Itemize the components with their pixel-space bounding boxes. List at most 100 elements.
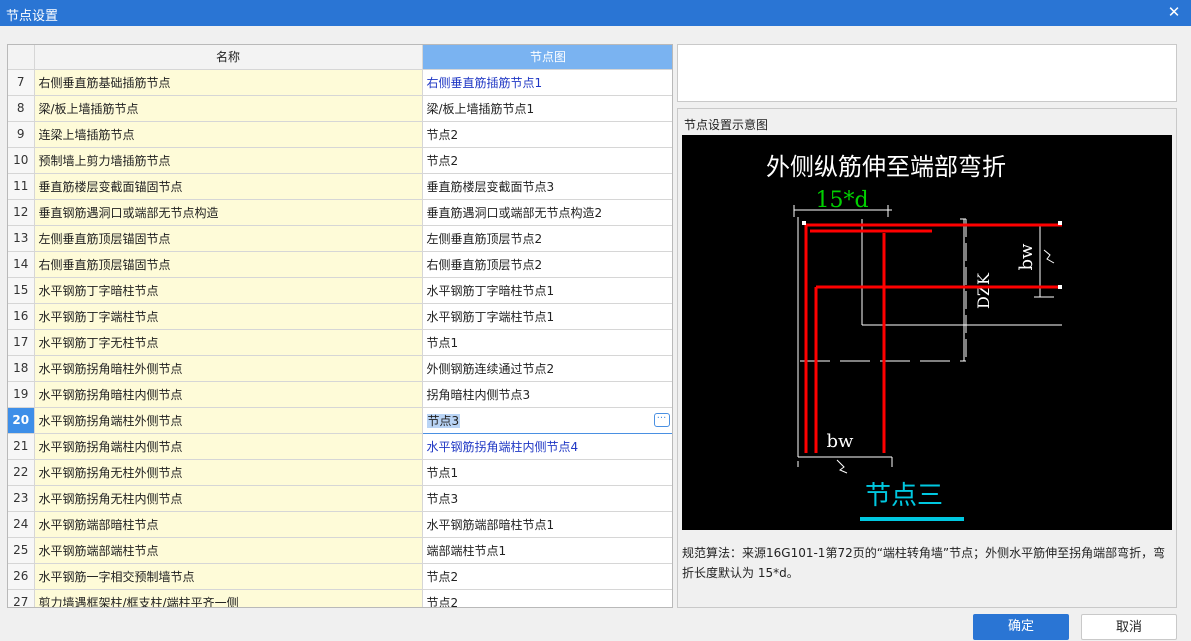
row-number[interactable]: 24 <box>8 511 35 538</box>
table-row[interactable]: 10 预制墙上剪力墙插筋节点 节点2 <box>8 147 672 174</box>
node-diagram-cell[interactable]: 水平钢筋丁字端柱节点1 <box>422 303 672 330</box>
node-diagram-cell[interactable]: 节点2 <box>422 589 672 607</box>
node-diagram-cell[interactable]: 节点3 ··· <box>421 406 672 434</box>
node-name-cell[interactable]: 右侧垂直筋基础插筋节点 <box>34 69 423 96</box>
table-row[interactable]: 20 水平钢筋拐角端柱外侧节点 节点3 ··· <box>8 406 672 434</box>
row-number[interactable]: 21 <box>8 433 35 460</box>
row-number[interactable]: 18 <box>8 355 35 382</box>
row-number[interactable]: 20 <box>8 407 35 434</box>
row-number[interactable]: 14 <box>8 251 35 278</box>
node-diagram-cell[interactable]: 右侧垂直筋顶层节点2 <box>422 251 672 278</box>
row-number[interactable]: 8 <box>8 95 35 122</box>
table-row[interactable]: 7 右侧垂直筋基础插筋节点 右侧垂直筋插筋节点1 <box>8 69 672 96</box>
ellipsis-icon[interactable]: ··· <box>653 412 670 427</box>
row-number[interactable]: 27 <box>8 589 35 607</box>
node-name-cell[interactable]: 水平钢筋端部暗柱节点 <box>34 511 423 538</box>
node-name-cell[interactable]: 梁/板上墙插筋节点 <box>34 95 423 122</box>
node-settings-grid: 名称 节点图 7 右侧垂直筋基础插筋节点 右侧垂直筋插筋节点1 8 梁/板上墙插筋节点梁… <box>7 44 673 608</box>
node-name-cell[interactable]: 水平钢筋丁字端柱节点 <box>34 303 423 330</box>
diagram-heading: 外侧纵筋伸至端部弯折 <box>766 153 1006 181</box>
row-number-header <box>8 45 35 70</box>
node-name-cell[interactable]: 水平钢筋拐角暗柱外侧节点 <box>34 355 423 382</box>
table-row[interactable]: 9 连梁上墙插筋节点 节点2 <box>8 121 672 148</box>
table-row[interactable]: 24 水平钢筋端部暗柱节点 水平钢筋端部暗柱节点1 <box>8 511 672 538</box>
node-name-cell[interactable]: 水平钢筋拐角暗柱内侧节点 <box>34 381 423 408</box>
node-diagram-cell[interactable]: 垂直筋遇洞口或端部无节点构造2 <box>422 199 672 226</box>
node-diagram-cell[interactable]: 水平钢筋端部暗柱节点1 <box>422 511 672 538</box>
row-number[interactable]: 13 <box>8 225 35 252</box>
grid-header-row: 名称 节点图 <box>8 45 672 70</box>
table-row[interactable]: 12 垂直钢筋遇洞口或端部无节点构造 垂直筋遇洞口或端部无节点构造2 <box>8 199 672 226</box>
node-diagram: 外侧纵筋伸至端部弯折 15*d bw DZK bw 节点三 <box>682 135 1172 530</box>
node-diagram-cell[interactable]: 垂直筋楼层变截面节点3 <box>422 173 672 200</box>
row-number[interactable]: 10 <box>8 147 35 174</box>
node-diagram-cell[interactable]: 节点2 <box>422 121 672 148</box>
row-number[interactable]: 15 <box>8 277 35 304</box>
node-name-cell[interactable]: 水平钢筋拐角端柱外侧节点 <box>34 407 423 434</box>
node-name-cell[interactable]: 水平钢筋一字相交预制墙节点 <box>34 563 423 590</box>
node-diagram-cell[interactable]: 节点3 <box>422 485 672 512</box>
row-number[interactable]: 11 <box>8 173 35 200</box>
ok-button[interactable]: 确定 <box>973 614 1069 640</box>
column-header-name[interactable]: 名称 <box>34 45 423 70</box>
row-number[interactable]: 19 <box>8 381 35 408</box>
node-name-cell[interactable]: 左侧垂直筋顶层锚固节点 <box>34 225 423 252</box>
node-name-cell[interactable]: 水平钢筋端部端柱节点 <box>34 537 423 564</box>
row-number[interactable]: 26 <box>8 563 35 590</box>
node-name-cell[interactable]: 剪力墙遇框架柱/框支柱/端柱平齐一侧 <box>34 589 423 607</box>
row-number[interactable]: 22 <box>8 459 35 486</box>
table-row[interactable]: 22 水平钢筋拐角无柱外侧节点 节点1 <box>8 459 672 486</box>
node-diagram-cell[interactable]: 端部端柱节点1 <box>422 537 672 564</box>
node-name-cell[interactable]: 水平钢筋丁字无柱节点 <box>34 329 423 356</box>
node-name-cell[interactable]: 水平钢筋拐角端柱内侧节点 <box>34 433 423 460</box>
row-number[interactable]: 9 <box>8 121 35 148</box>
table-row[interactable]: 13 左侧垂直筋顶层锚固节点 左侧垂直筋顶层节点2 <box>8 225 672 252</box>
table-row[interactable]: 27 剪力墙遇框架柱/框支柱/端柱平齐一侧 节点2 <box>8 589 672 607</box>
node-diagram-cell[interactable]: 拐角暗柱内侧节点3 <box>422 381 672 408</box>
window-title: 节点设置 <box>6 9 59 24</box>
table-row[interactable]: 23 水平钢筋拐角无柱内侧节点 节点3 <box>8 485 672 512</box>
row-number[interactable]: 12 <box>8 199 35 226</box>
table-row[interactable]: 15 水平钢筋丁字暗柱节点 水平钢筋丁字暗柱节点1 <box>8 277 672 304</box>
node-diagram-cell[interactable]: 节点1 <box>422 329 672 356</box>
node-name-cell[interactable]: 垂直钢筋遇洞口或端部无节点构造 <box>34 199 423 226</box>
table-row[interactable]: 16 水平钢筋丁字端柱节点 水平钢筋丁字端柱节点1 <box>8 303 672 330</box>
table-row[interactable]: 19 水平钢筋拐角暗柱内侧节点 拐角暗柱内侧节点3 <box>8 381 672 408</box>
node-name-cell[interactable]: 水平钢筋拐角无柱外侧节点 <box>34 459 423 486</box>
preview-title: 节点设置示意图 <box>684 118 769 132</box>
node-diagram-cell[interactable]: 节点2 <box>422 563 672 590</box>
node-name-cell[interactable]: 水平钢筋拐角无柱内侧节点 <box>34 485 423 512</box>
row-number[interactable]: 16 <box>8 303 35 330</box>
row-number[interactable]: 7 <box>8 69 35 96</box>
table-row[interactable]: 8 梁/板上墙插筋节点 梁/板上墙插筋节点1 <box>8 95 672 122</box>
node-name-cell[interactable]: 右侧垂直筋顶层锚固节点 <box>34 251 423 278</box>
table-row[interactable]: 14 右侧垂直筋顶层锚固节点 右侧垂直筋顶层节点2 <box>8 251 672 278</box>
node-diagram-cell[interactable]: 节点1 <box>422 459 672 486</box>
node-diagram-value[interactable]: 节点3 <box>426 413 461 428</box>
table-row[interactable]: 25 水平钢筋端部端柱节点 端部端柱节点1 <box>8 537 672 564</box>
node-diagram-cell[interactable]: 梁/板上墙插筋节点1 <box>422 95 672 122</box>
row-number[interactable]: 23 <box>8 485 35 512</box>
node-name-cell[interactable]: 垂直筋楼层变截面锚固节点 <box>34 173 423 200</box>
node-name-cell[interactable]: 连梁上墙插筋节点 <box>34 121 423 148</box>
node-diagram-cell[interactable]: 外侧钢筋连续通过节点2 <box>422 355 672 382</box>
table-row[interactable]: 11 垂直筋楼层变截面锚固节点 垂直筋楼层变截面节点3 <box>8 173 672 200</box>
node-diagram-cell[interactable]: 水平钢筋拐角端柱内侧节点4 <box>422 433 672 460</box>
column-header-node[interactable]: 节点图 <box>422 45 672 70</box>
table-row[interactable]: 26 水平钢筋一字相交预制墙节点 节点2 <box>8 563 672 590</box>
table-row[interactable]: 17 水平钢筋丁字无柱节点 节点1 <box>8 329 672 356</box>
node-diagram-cell[interactable]: 节点2 <box>422 147 672 174</box>
node-diagram-cell[interactable]: 左侧垂直筋顶层节点2 <box>422 225 672 252</box>
node-diagram-cell[interactable]: 右侧垂直筋插筋节点1 <box>422 69 672 96</box>
table-row[interactable]: 21 水平钢筋拐角端柱内侧节点 水平钢筋拐角端柱内侧节点4 <box>8 433 672 460</box>
node-preview-panel: 节点设置示意图 外侧纵筋伸至端部弯折 15*d bw DZK bw 节点三 规范… <box>677 108 1177 608</box>
title-bar: 节点设置 ✕ <box>0 0 1191 26</box>
node-diagram-cell[interactable]: 水平钢筋丁字暗柱节点1 <box>422 277 672 304</box>
node-name-cell[interactable]: 水平钢筋丁字暗柱节点 <box>34 277 423 304</box>
node-name-cell[interactable]: 预制墙上剪力墙插筋节点 <box>34 147 423 174</box>
row-number[interactable]: 25 <box>8 537 35 564</box>
cancel-button[interactable]: 取消 <box>1081 614 1177 640</box>
table-row[interactable]: 18 水平钢筋拐角暗柱外侧节点 外侧钢筋连续通过节点2 <box>8 355 672 382</box>
row-number[interactable]: 17 <box>8 329 35 356</box>
close-icon[interactable]: ✕ <box>1165 3 1183 21</box>
